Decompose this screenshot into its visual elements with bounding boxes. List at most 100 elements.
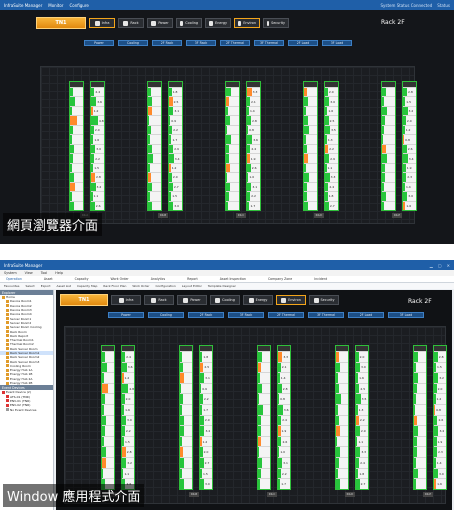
subtab-7[interactable]: 3F Load xyxy=(388,312,424,318)
rack-unit[interactable]: 2.2 xyxy=(278,467,290,479)
rack-unit[interactable] xyxy=(148,143,161,154)
rack-column[interactable]: 2.0 3.0 1.6 2.5 3.5 1.3 2.2 2.9 1.1 3.3 2.4 1.8 2.7 xyxy=(355,345,369,490)
win-security-button[interactable]: Security xyxy=(309,295,339,305)
rack-unit[interactable]: 3.2 xyxy=(403,105,416,116)
monitor-menu[interactable]: Monitor xyxy=(48,3,63,8)
rack-unit[interactable]: 3.3 xyxy=(356,446,368,458)
rack-unit[interactable] xyxy=(226,134,239,144)
rack-unit[interactable]: 1.2 xyxy=(122,372,134,383)
rack-unit[interactable] xyxy=(414,393,426,405)
rack-unit[interactable]: 3.6 xyxy=(122,361,134,373)
cooling-button[interactable]: Cooling xyxy=(176,18,202,28)
rack-unit[interactable] xyxy=(70,134,83,144)
rack-unit[interactable] xyxy=(180,467,192,479)
rack-unit[interactable]: 2.1 xyxy=(247,96,260,106)
rack-unit[interactable]: 2.5 xyxy=(169,96,182,106)
rack-unit[interactable] xyxy=(336,457,348,468)
rack-unit[interactable] xyxy=(180,425,192,436)
rack-unit[interactable]: 3.1 xyxy=(278,457,290,468)
rack-unit[interactable]: 1.1 xyxy=(325,162,338,173)
rack-unit[interactable] xyxy=(180,361,192,373)
rack-unit[interactable]: 3.5 xyxy=(325,124,338,135)
rack-column[interactable]: 3.3 2.1 1.4 2.8 0.8 3.6 2.4 1.9 2.6 1.0 3.1 2.2 1.7 xyxy=(277,345,291,490)
rack-unit[interactable] xyxy=(414,382,426,394)
rack-unit[interactable] xyxy=(258,361,270,373)
rack-unit[interactable]: 3.6 xyxy=(278,404,290,415)
status-link[interactable]: Status xyxy=(437,3,450,8)
rack-unit[interactable]: 1.4 xyxy=(434,457,446,468)
rack-unit[interactable] xyxy=(382,96,395,106)
subtab-7[interactable]: 3F Load xyxy=(322,40,352,46)
subtab-2[interactable]: 2F Rack xyxy=(188,312,224,318)
rack-unit[interactable]: 3.0 xyxy=(200,478,212,489)
rack-unit[interactable]: 2.8 xyxy=(247,115,260,125)
subtab-6[interactable]: 2F Load xyxy=(348,312,384,318)
rack-unit[interactable]: 1.6 xyxy=(434,478,446,489)
subtab-0[interactable]: Power xyxy=(84,40,114,46)
rack-unit[interactable]: 1.6 xyxy=(403,200,416,211)
rack-unit[interactable] xyxy=(336,425,348,436)
rack-unit[interactable] xyxy=(382,162,395,173)
rack-unit[interactable]: 3.0 xyxy=(434,467,446,479)
rack-unit[interactable]: 2.6 xyxy=(278,435,290,447)
rack-unit[interactable]: 3.1 xyxy=(247,181,260,192)
rack-column[interactable] xyxy=(303,81,318,211)
rack-unit[interactable] xyxy=(336,393,348,405)
rack-unit[interactable]: 1.5 xyxy=(434,361,446,373)
rack-unit[interactable]: 1.9 xyxy=(278,425,290,436)
environ-button[interactable]: Environ xyxy=(234,18,260,28)
rack-unit[interactable]: 2.5 xyxy=(356,382,368,394)
rack-unit[interactable]: 2.2 xyxy=(325,143,338,154)
rack-unit[interactable] xyxy=(382,87,395,97)
minimize-icon[interactable]: ▁ xyxy=(430,263,433,268)
rack-unit[interactable]: 2.7 xyxy=(325,200,338,211)
rack-unit[interactable] xyxy=(180,414,192,426)
subtab-5[interactable]: 3F Thermal xyxy=(254,40,284,46)
rack-unit[interactable] xyxy=(258,372,270,383)
rack-unit[interactable]: 2.2 xyxy=(169,124,182,135)
win-rack-button[interactable]: Rack xyxy=(144,295,174,305)
rack-column[interactable]: 2.8 1.5 3.2 2.0 1.2 0.8 2.6 3.4 1.9 2.3 1.4 3.0 1.6 xyxy=(402,81,417,211)
rack-unit[interactable]: 2.7 xyxy=(200,457,212,468)
rack-unit[interactable] xyxy=(102,372,114,383)
rack-unit[interactable] xyxy=(414,404,426,415)
rack-unit[interactable]: 2.0 xyxy=(434,382,446,394)
rack-unit[interactable]: 1.5 xyxy=(91,162,104,173)
rack-unit[interactable]: 3.3 xyxy=(247,87,260,97)
toolbar-item[interactable]: Export xyxy=(41,284,51,288)
rack-unit[interactable]: 1.9 xyxy=(403,162,416,173)
rack-column[interactable]: 2.8 1.5 3.2 2.0 1.2 0.8 2.6 3.4 1.9 2.3 1.4 3.0 1.6 xyxy=(433,345,447,490)
ribbon-tab[interactable]: Incident xyxy=(314,277,327,281)
rack-unit[interactable] xyxy=(148,115,161,125)
rack-unit[interactable] xyxy=(414,435,426,447)
toolbar-item[interactable]: Layout Editor xyxy=(182,284,202,288)
rack-unit[interactable]: 2.2 xyxy=(247,191,260,201)
rack-unit[interactable] xyxy=(382,200,395,211)
rack-unit[interactable]: 1.2 xyxy=(169,162,182,173)
rack-unit[interactable]: 2.7 xyxy=(169,181,182,192)
rack-unit[interactable]: 1.0 xyxy=(278,446,290,458)
rack-unit[interactable]: 3.6 xyxy=(247,134,260,144)
rack-unit[interactable]: 2.4 xyxy=(278,414,290,426)
rack-unit[interactable] xyxy=(382,172,395,182)
rack-unit[interactable] xyxy=(304,162,317,173)
rack-unit[interactable]: 3.0 xyxy=(403,191,416,201)
rack-unit[interactable] xyxy=(148,153,161,163)
rack-unit[interactable] xyxy=(304,105,317,116)
rack-unit[interactable] xyxy=(70,105,83,116)
win-cooling-button[interactable]: Cooling xyxy=(210,295,240,305)
rack-unit[interactable] xyxy=(148,200,161,211)
rack-unit[interactable]: 1.9 xyxy=(434,435,446,447)
toolbar-item[interactable]: Asset List xyxy=(57,284,71,288)
rack-unit[interactable] xyxy=(70,124,83,135)
rack-unit[interactable]: 1.4 xyxy=(247,105,260,116)
rack-unit[interactable] xyxy=(148,162,161,173)
win-environ-button[interactable]: Environ xyxy=(276,295,306,305)
rack-unit[interactable] xyxy=(102,382,114,394)
rack-column[interactable] xyxy=(147,81,162,211)
ribbon-tab[interactable]: Analytics xyxy=(151,277,165,281)
rack-unit[interactable] xyxy=(102,361,114,373)
rack-unit[interactable]: 1.5 xyxy=(169,191,182,201)
rack-unit[interactable] xyxy=(382,134,395,144)
rack-unit[interactable] xyxy=(148,134,161,144)
